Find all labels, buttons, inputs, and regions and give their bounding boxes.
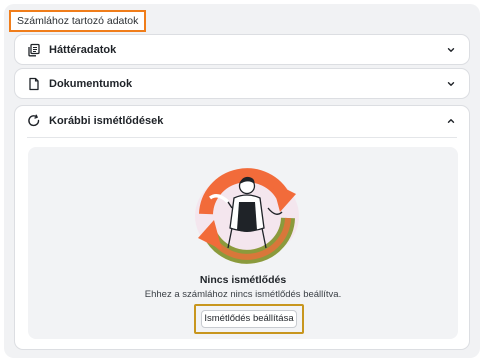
accordion-documents[interactable]: Dokumentumok	[14, 68, 470, 99]
highlight-frame: Ismétlődés beállítása	[194, 304, 304, 334]
chevron-down-icon[interactable]	[445, 44, 457, 56]
accordion-header[interactable]: Korábbi ismétlődések	[15, 106, 469, 136]
documents-icon	[27, 43, 41, 57]
section-title: Számlához tartozó adatok	[9, 10, 147, 32]
accordion-header[interactable]: Dokumentumok	[15, 69, 469, 99]
accordion-label: Korábbi ismétlődések	[49, 115, 164, 127]
empty-state-title: Nincs ismétlődés	[199, 274, 287, 286]
empty-state-description: Ehhez a számlához nincs ismétlődés beáll…	[144, 289, 342, 300]
set-recurrence-button[interactable]: Ismétlődés beállítása	[201, 310, 297, 328]
chevron-up-icon[interactable]	[445, 115, 457, 127]
accordion-background-data[interactable]: Háttéradatok	[14, 34, 470, 65]
accordion-header[interactable]: Háttéradatok	[15, 35, 469, 65]
accordion-previous-recurrences[interactable]: Korábbi ismétlődések Nincs ismétlődés Eh…	[14, 105, 470, 350]
empty-state: Nincs ismétlődés Ehhez a számlához nincs…	[28, 147, 458, 339]
refresh-icon	[27, 114, 41, 128]
accordion-label: Háttéradatok	[49, 44, 117, 56]
document-icon	[27, 77, 41, 91]
invoice-data-panel: Számlához tartozó adatok Háttéradatok Do…	[4, 4, 480, 358]
accordion-label: Dokumentumok	[49, 78, 133, 90]
divider	[27, 137, 457, 138]
recurrence-illustration	[192, 168, 302, 264]
chevron-down-icon[interactable]	[445, 78, 457, 90]
